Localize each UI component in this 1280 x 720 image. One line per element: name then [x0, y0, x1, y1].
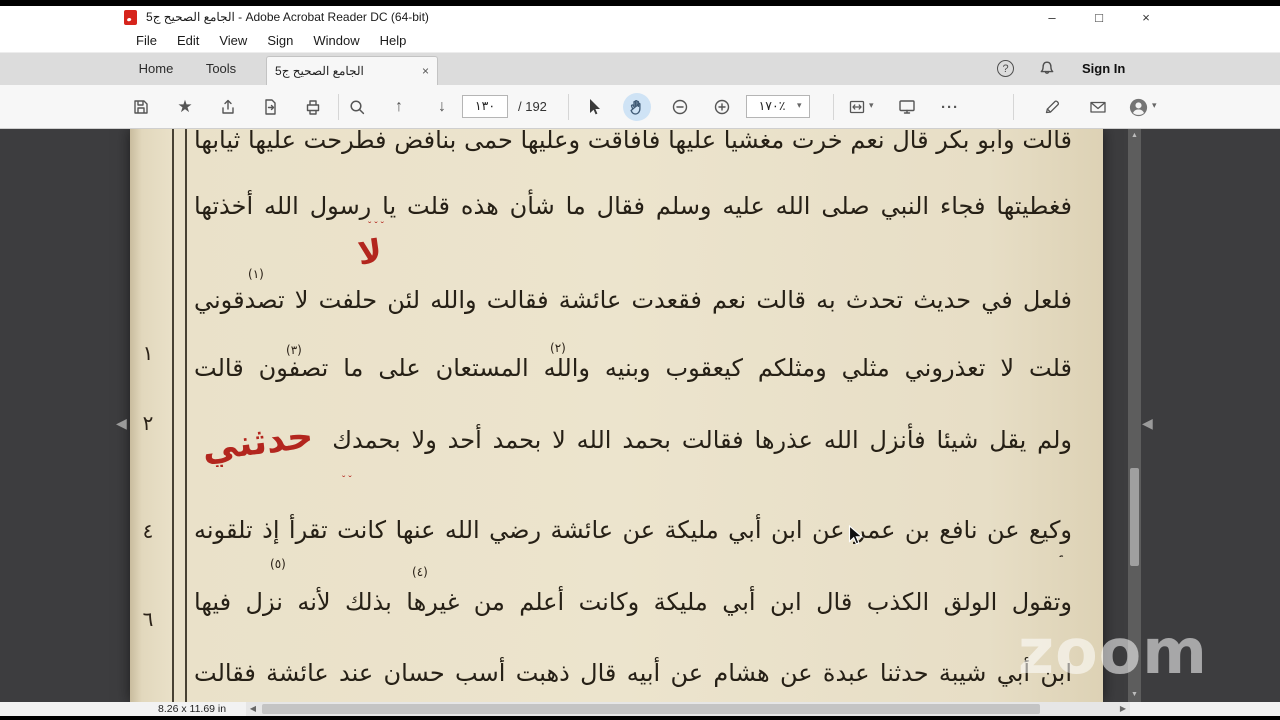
maximize-button[interactable]: □: [1076, 6, 1122, 29]
email-icon[interactable]: [1084, 93, 1112, 121]
red-hadith-word: حدثني: [199, 419, 316, 467]
page-count-label: / 192: [518, 99, 547, 114]
scroll-up-icon[interactable]: ▲: [1128, 129, 1141, 143]
select-tool-icon[interactable]: [580, 93, 608, 121]
acrobat-app-icon: [124, 10, 137, 25]
status-bar: 8.26 x 11.69 in ◀ ▶: [0, 702, 1280, 716]
footnote-marker: (٤): [412, 565, 428, 579]
minimize-button[interactable]: –: [1029, 6, 1075, 29]
save-icon[interactable]: [127, 93, 155, 121]
tab-bar: Home Tools الجامع الصحيح ج5 × ? Sign In: [0, 53, 1280, 85]
menu-sign[interactable]: Sign: [257, 29, 303, 53]
page-line-text: وتقول الولق الكذب قال ابن أبي مليكة وكان…: [194, 588, 1072, 616]
tab-document[interactable]: الجامع الصحيح ج5 ×: [266, 56, 438, 85]
horizontal-scrollbar[interactable]: ◀ ▶: [246, 702, 1130, 716]
favorites-star-icon[interactable]: ★: [171, 93, 199, 121]
mouse-cursor: [848, 524, 866, 552]
page-line: قالت وأبو بكر قال نعم خرت مغشيا عليها فأ…: [194, 129, 1072, 154]
help-icon[interactable]: ?: [997, 60, 1014, 77]
menu-window[interactable]: Window: [303, 29, 369, 53]
notifications-bell-icon[interactable]: [1037, 59, 1057, 79]
tab-tools[interactable]: Tools: [192, 53, 250, 85]
next-page-icon[interactable]: ↓: [428, 93, 456, 121]
share-icon[interactable]: [214, 93, 242, 121]
footnote-marker: (٣): [286, 343, 302, 357]
more-tools-icon[interactable]: ···: [936, 93, 964, 121]
page-line: فغطيتها فجاء النبي صلى الله عليه وسلم فق…: [194, 192, 1072, 220]
menu-help[interactable]: Help: [370, 29, 417, 53]
tab-close-icon[interactable]: ×: [422, 64, 429, 78]
scroll-right-icon[interactable]: ▶: [1116, 702, 1130, 716]
page-line: وكيع عن نافع بن عمر عن ابن أبي مليكة عن …: [194, 516, 1072, 544]
scroll-down-icon[interactable]: ▼: [1128, 688, 1141, 702]
print-icon[interactable]: [299, 93, 327, 121]
pane-collapse-arrow-icon[interactable]: ◀: [1142, 415, 1153, 432]
toolbar-separator: [833, 94, 834, 120]
prev-page-arrow-icon[interactable]: ◀: [116, 415, 127, 432]
hand-tool-icon[interactable]: [623, 93, 651, 121]
toolbar-separator: [338, 94, 339, 120]
window-title: الجامع الصحيح ج5 - Adobe Acrobat Reader …: [146, 10, 429, 24]
menu-view[interactable]: View: [209, 29, 257, 53]
menu-bar: File Edit View Sign Window Help: [0, 29, 1280, 53]
export-pdf-icon[interactable]: [256, 93, 284, 121]
footnote-marker: (٥): [270, 557, 286, 571]
zoom-watermark: zoom: [1018, 615, 1208, 688]
page-rule-line: [185, 129, 187, 702]
read-mode-icon[interactable]: [893, 93, 921, 121]
account-caret-icon[interactable]: ▾: [1152, 100, 1157, 111]
zoom-level-value: ١٧٠٪: [758, 99, 786, 113]
account-avatar[interactable]: [1124, 93, 1152, 121]
previous-page-icon[interactable]: ↑: [385, 93, 413, 121]
sign-in-button[interactable]: Sign In: [1082, 53, 1125, 85]
page-line: وتقول الولق الكذب قال ابن أبي مليكة وكان…: [194, 581, 1072, 629]
document-canvas: ١ ٢ ٤ ٦ قالت وأبو بكر قال نعم خرت مغشيا …: [0, 129, 1280, 702]
toolbar-separator: [1013, 94, 1014, 120]
title-bar: الجامع الصحيح ج5 - Adobe Acrobat Reader …: [0, 6, 1280, 29]
toolbar-separator: [568, 94, 569, 120]
pdf-page[interactable]: ١ ٢ ٤ ٦ قالت وأبو بكر قال نعم خرت مغشيا …: [130, 129, 1103, 702]
close-button[interactable]: ×: [1123, 6, 1169, 29]
zoom-out-icon[interactable]: [666, 93, 694, 121]
margin-number: ٢: [142, 411, 154, 435]
margin-number: ٦: [142, 607, 154, 631]
vertical-scrollbar-thumb[interactable]: [1130, 468, 1139, 566]
red-marginal-note: لا: [355, 231, 385, 273]
footnote-marker: (١): [248, 267, 264, 281]
page-line: ابن أبي شيبة حدثنا عبدة عن هشام عن أبيه …: [194, 659, 1072, 687]
toolbar: ★ ↑ ↓ ١٣٠ / 192 ١٧٠٪ ▾ ▾ ··· ▾: [0, 85, 1280, 129]
zoom-dropdown-caret-icon[interactable]: ▾: [797, 100, 802, 111]
letterbox-bottom: [0, 716, 1280, 720]
page-line: قلت لا تعذروني مثلي ومثلكم كيعقوب وبنيه …: [194, 354, 1072, 382]
horizontal-scrollbar-thumb[interactable]: [262, 704, 1040, 714]
margin-number: ١: [142, 341, 154, 365]
page-rule-line: [172, 129, 174, 702]
footnote-marker: (٢): [550, 341, 566, 355]
tab-home[interactable]: Home: [128, 53, 184, 85]
page-line: فلعل في حديث تحدث به قالت نعم فقعدت عائش…: [194, 286, 1072, 314]
margin-number: ٤: [142, 519, 154, 543]
page-number-input[interactable]: ١٣٠: [462, 95, 508, 118]
red-correction-marks: ˇˇ: [342, 475, 355, 486]
page-line-text: ولم يقل شيئا فأنزل الله عذرها فقالت بحمد…: [332, 426, 1072, 454]
fill-sign-pen-icon[interactable]: [1038, 93, 1066, 121]
search-icon[interactable]: [343, 93, 371, 121]
scroll-left-icon[interactable]: ◀: [246, 702, 260, 716]
document-tab-label: الجامع الصحيح ج5: [275, 64, 364, 78]
zoom-in-icon[interactable]: [708, 93, 736, 121]
red-correction-marks: ˇˇˇ: [368, 221, 387, 232]
fit-width-icon[interactable]: [843, 93, 871, 121]
menu-edit[interactable]: Edit: [167, 29, 209, 53]
menu-file[interactable]: File: [126, 29, 167, 53]
page-line: ولم يقل شيئا فأنزل الله عذرها فقالت بحمد…: [194, 419, 1072, 467]
document-size-label: 8.26 x 11.69 in: [158, 703, 227, 715]
fit-width-caret-icon[interactable]: ▾: [869, 100, 874, 111]
